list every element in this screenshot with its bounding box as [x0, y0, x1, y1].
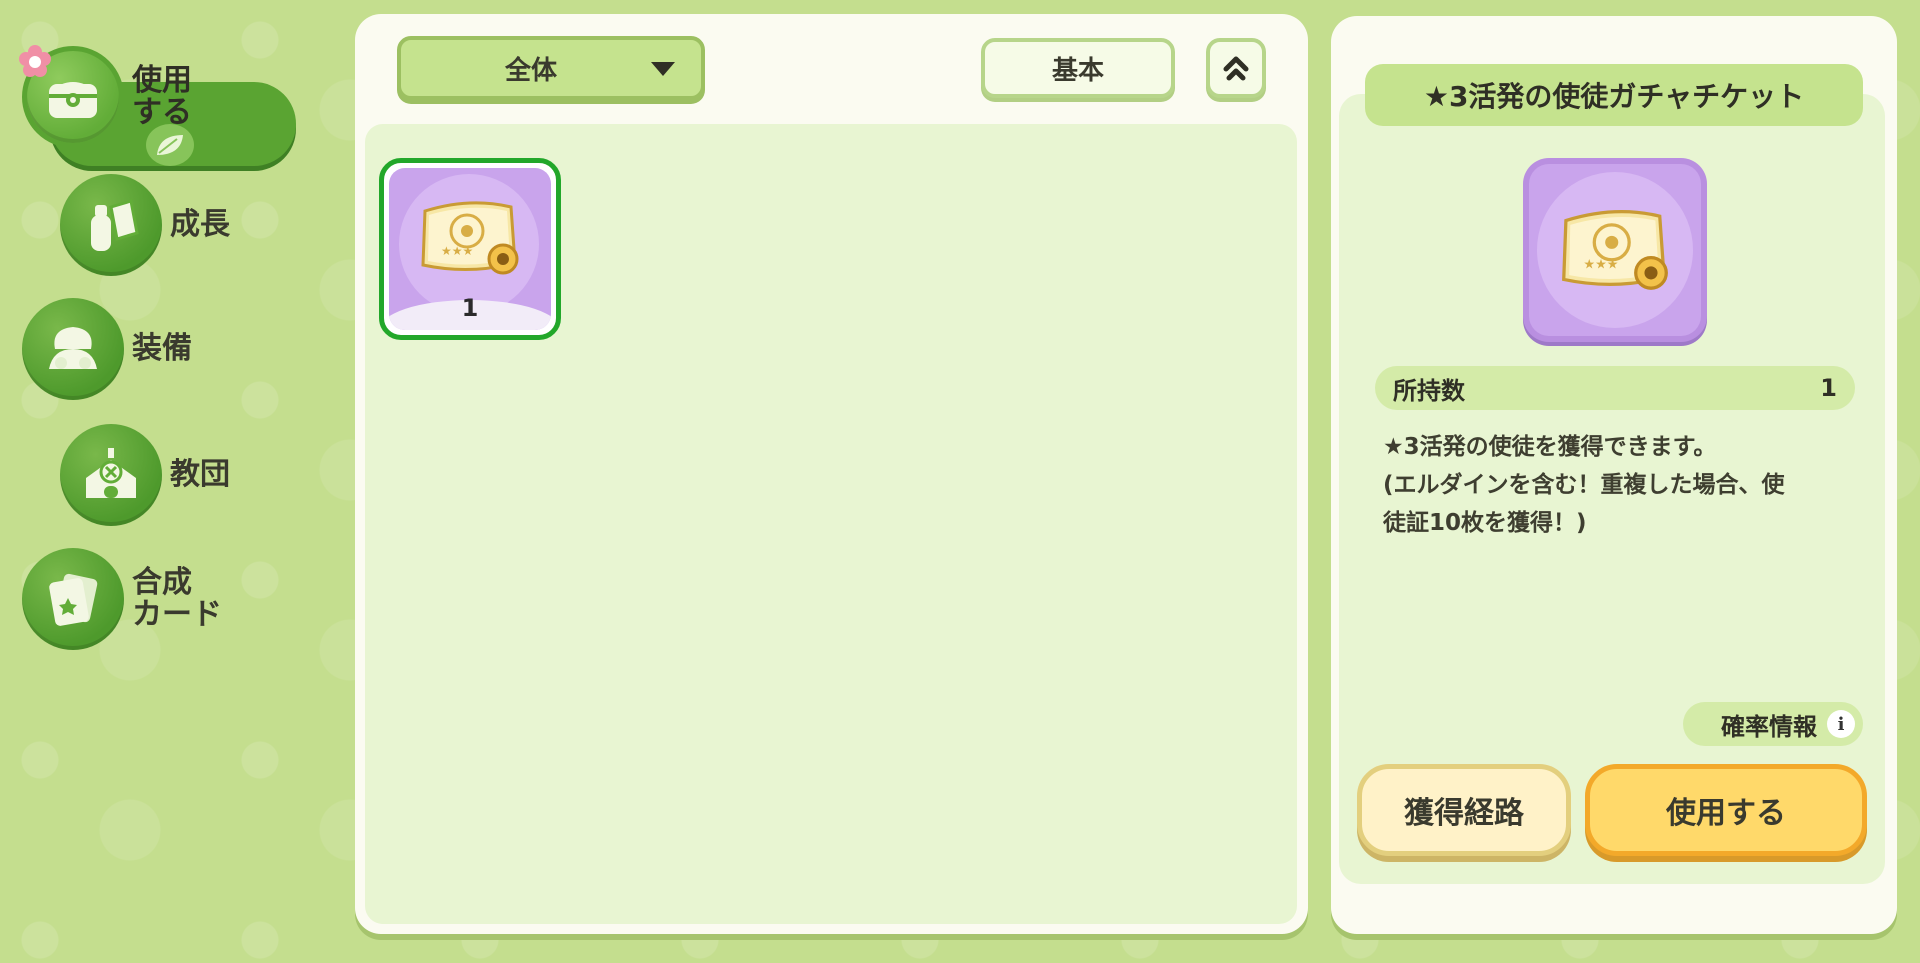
- svg-text:★★★: ★★★: [441, 244, 473, 258]
- sidebar-item-label: 成長: [170, 207, 230, 242]
- leaf-icon: [146, 124, 194, 166]
- item-count: 1: [461, 294, 479, 322]
- item-preview: ★★★: [1523, 158, 1707, 342]
- owned-label: 所持数: [1393, 376, 1465, 405]
- card-icon: [22, 548, 124, 650]
- potion-icon: [60, 174, 162, 276]
- sidebar-item-order[interactable]: 教団: [60, 424, 230, 526]
- item-tile: ★★★ 1: [389, 168, 551, 330]
- probability-label: 確率情報: [1721, 712, 1817, 741]
- sidebar-item-label: 使用 する: [132, 63, 192, 130]
- sidebar-item-equipment[interactable]: 装備: [22, 298, 192, 400]
- item-description: ★3活発の使徒を獲得できます。 (エルダインを含む！重複した場合、使 徒証10枚…: [1383, 434, 1785, 536]
- sidebar-item-synthesis-card[interactable]: 合成 カード: [22, 548, 222, 650]
- acquisition-route-button[interactable]: 獲得経路: [1357, 764, 1571, 856]
- sidebar: 使用 する 成長 装備 教団 合成 カード: [0, 0, 350, 963]
- info-icon: i: [1827, 710, 1855, 738]
- use-label: 使用する: [1666, 796, 1786, 831]
- sidebar-item-label: 教団: [170, 457, 230, 492]
- building-icon: [60, 424, 162, 526]
- sidebar-item-label: 装備: [132, 331, 192, 366]
- item-grid: ★★★ 1: [365, 124, 1297, 924]
- gacha-ticket-icon: ★★★: [421, 201, 519, 275]
- sidebar-item-growth[interactable]: 成長: [60, 174, 230, 276]
- route-label: 獲得経路: [1404, 796, 1524, 831]
- double-chevron-up-icon: [1223, 56, 1249, 81]
- sort-label: 基本: [1051, 55, 1104, 86]
- sort-order-button[interactable]: [1206, 38, 1266, 98]
- use-button[interactable]: 使用する: [1585, 764, 1867, 856]
- item-detail-panel: ★3活発の使徒ガチャチケット ★★★ 所持数 1 ★3活発の使徒を獲得できます。…: [1331, 16, 1897, 934]
- probability-info-button[interactable]: 確率情報 i: [1683, 702, 1863, 746]
- inventory-panel: 全体 基本 ★★★ 1: [355, 14, 1308, 934]
- gacha-ticket-icon: ★★★: [1562, 210, 1668, 290]
- item-slot-gacha-ticket[interactable]: ★★★ 1: [379, 158, 561, 340]
- sidebar-item-label: 合成 カード: [132, 565, 222, 632]
- filter-label: 全体: [504, 55, 557, 86]
- sort-button[interactable]: 基本: [981, 38, 1175, 98]
- outfit-icon: [22, 298, 124, 400]
- owned-count-row: 所持数 1: [1375, 366, 1855, 410]
- dropdown-arrow-icon: [651, 62, 675, 76]
- svg-text:★★★: ★★★: [1583, 258, 1618, 273]
- owned-value: 1: [1820, 374, 1837, 402]
- flower-icon: [18, 44, 52, 78]
- item-title: ★3活発の使徒ガチャチケット: [1365, 64, 1863, 126]
- category-filter-dropdown[interactable]: 全体: [397, 36, 705, 100]
